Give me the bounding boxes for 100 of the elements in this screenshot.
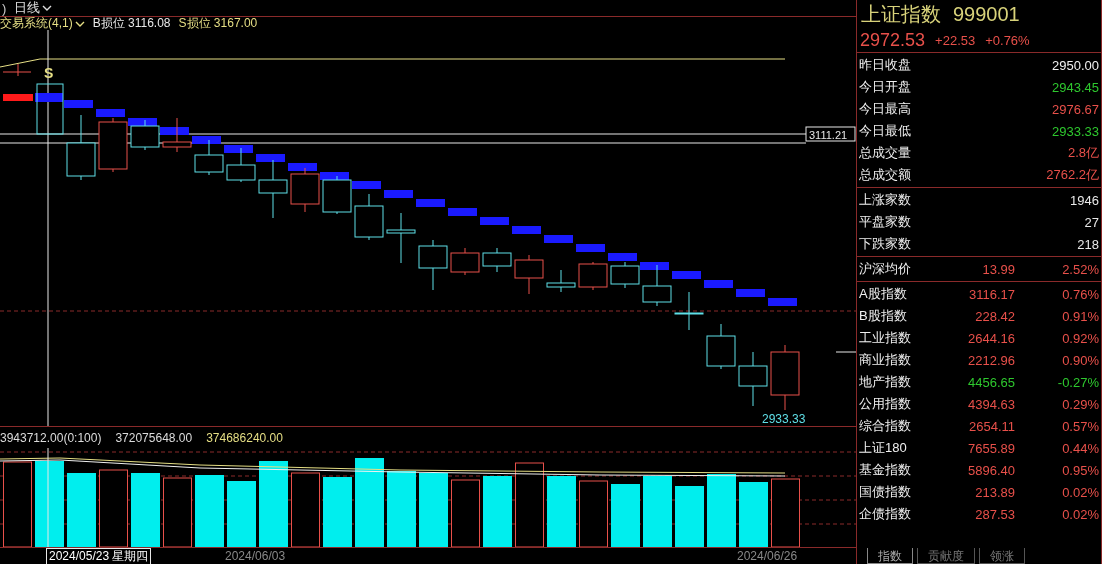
candlestick xyxy=(514,254,544,295)
stat-label: 下跌家数 xyxy=(859,235,912,253)
candlestick xyxy=(674,291,704,331)
period-dropdown[interactable]: 日线 xyxy=(14,0,53,17)
candlestick xyxy=(36,83,64,135)
volume-bar xyxy=(163,477,192,548)
stop-bar xyxy=(256,154,285,162)
stop-bar xyxy=(576,244,605,252)
percent-change: -0.27% xyxy=(1057,374,1099,390)
index-value: 213.89 xyxy=(974,484,1015,500)
volume-bar xyxy=(739,482,768,548)
indicator-dropdown[interactable]: 交易系统(4,1) xyxy=(0,15,85,32)
volume-bar xyxy=(579,480,608,548)
percent-change: 0.91% xyxy=(1062,308,1099,324)
volume-bar xyxy=(483,476,512,548)
stat-value: 2762.2亿 xyxy=(1046,166,1099,184)
candlestick xyxy=(578,261,608,291)
index-value: 2654.11 xyxy=(967,418,1015,434)
stat-label: 总成交量 xyxy=(859,144,912,162)
candlestick xyxy=(130,119,160,151)
stop-bar xyxy=(35,93,63,102)
stat-value: 2943.45 xyxy=(1052,79,1099,95)
index-label: A股指数 xyxy=(859,285,908,303)
index-label: 商业指数 xyxy=(859,351,912,369)
candlestick xyxy=(610,261,640,289)
index-label: 公用指数 xyxy=(859,395,912,413)
index-label: 上证180 xyxy=(859,439,908,457)
sell-signal-text: S xyxy=(44,65,54,81)
panel-tab[interactable]: 贡献度 xyxy=(917,548,975,564)
candlestick xyxy=(386,212,416,264)
index-value: 3116.17 xyxy=(967,286,1015,302)
stat-value: 218 xyxy=(1077,236,1099,252)
date-tick: 2024/06/26 xyxy=(737,549,798,563)
stop-bar xyxy=(192,136,221,144)
percent-change: 0.92% xyxy=(1062,330,1099,346)
stop-bar xyxy=(384,190,413,198)
date-tick: 2024/06/03 xyxy=(225,549,286,563)
candlestick xyxy=(98,117,128,173)
stat-label: 沪深均价 xyxy=(859,260,912,278)
candlestick xyxy=(258,159,288,219)
price-change: +22.53 xyxy=(935,32,976,48)
percent-change: 0.02% xyxy=(1062,484,1099,500)
stat-label: 昨日收盘 xyxy=(859,56,912,74)
candlestick xyxy=(162,117,192,153)
stop-bar xyxy=(224,145,253,153)
b-stop-label: B损位 3116.08 xyxy=(92,15,171,32)
candlestick xyxy=(290,167,320,213)
volume-bar xyxy=(227,481,256,548)
candlestick xyxy=(66,114,96,181)
percent-change: 0.29% xyxy=(1062,396,1099,412)
index-value: 2212.96 xyxy=(967,352,1015,368)
volume-reading: 372075648.00 xyxy=(115,430,193,445)
index-value: 287.53 xyxy=(974,506,1015,522)
stop-bar xyxy=(160,127,189,135)
stop-bar xyxy=(96,109,125,117)
stat-value: 2976.67 xyxy=(1052,101,1099,117)
stat-label: 今日最高 xyxy=(859,100,912,118)
panel-tab[interactable]: 指数 xyxy=(867,548,913,564)
stop-bar xyxy=(352,181,381,189)
volume-bar xyxy=(611,484,640,548)
candlestick xyxy=(450,247,480,276)
percent-change: 0.90% xyxy=(1062,352,1099,368)
candlestick xyxy=(482,247,512,273)
stat-value: 2950.00 xyxy=(1052,57,1099,73)
index-value: 2644.16 xyxy=(967,330,1015,346)
volume-bar xyxy=(323,477,352,548)
low-price-label: 2933.33 xyxy=(762,412,806,426)
stat-label: 平盘家数 xyxy=(859,213,912,231)
chevron-icon xyxy=(42,5,53,11)
index-code: 999001 xyxy=(953,2,1020,26)
stat-value: 1946 xyxy=(1070,192,1099,208)
stop-bar xyxy=(288,163,317,171)
index-value: 228.42 xyxy=(974,308,1015,324)
stat-label: 今日最低 xyxy=(859,122,912,140)
stop-bar xyxy=(768,298,797,306)
percent-change: 0.76% xyxy=(1062,286,1099,302)
index-label: B股指数 xyxy=(859,307,908,325)
percent-change: 0.44% xyxy=(1062,440,1099,456)
candlestick xyxy=(226,147,256,183)
stop-bar xyxy=(544,235,573,243)
index-label: 基金指数 xyxy=(859,461,912,479)
index-value: 5896.40 xyxy=(967,462,1015,478)
s-stop-label: S损位 3167.00 xyxy=(178,15,258,32)
volume-bar xyxy=(547,476,576,548)
index-value: 4394.63 xyxy=(967,396,1015,412)
stop-bar xyxy=(448,208,477,216)
stat-value: 13.99 xyxy=(981,261,1015,277)
volume-bar xyxy=(675,486,704,548)
stop-bar xyxy=(608,253,637,261)
index-value: 7655.89 xyxy=(967,440,1015,456)
candlestick xyxy=(194,139,224,176)
index-label: 地产指数 xyxy=(859,373,912,391)
volume-reading: 374686240.00 xyxy=(206,430,283,445)
panel-tab[interactable]: 领涨 xyxy=(979,548,1025,564)
candlestick xyxy=(2,63,32,77)
percent-change: 2.52% xyxy=(1062,261,1099,277)
candlestick xyxy=(642,264,672,307)
stat-value: 2.8亿 xyxy=(1067,144,1099,162)
candlestick xyxy=(418,239,448,291)
price-marker-line xyxy=(835,351,856,353)
